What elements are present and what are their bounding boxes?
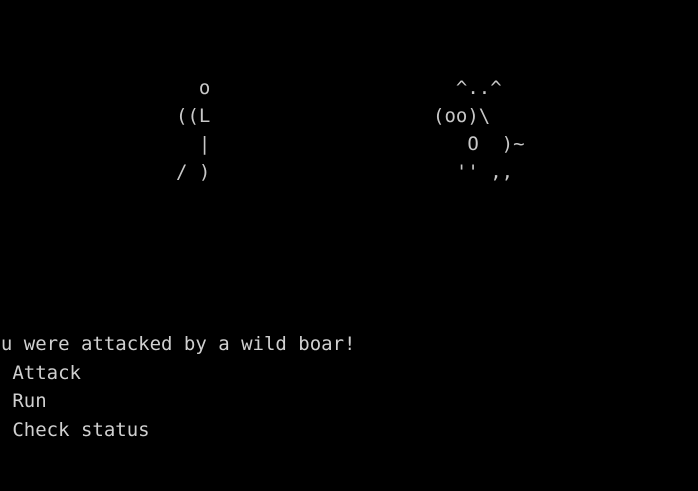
console-window: o ((L | / ) ^..^ (oo)\ O )~ '' ,, You were … [0,0,698,491]
menu-option-run: 2. Run [0,390,47,412]
battle-message: You were attacked by a wild boar! [0,333,356,355]
boar-art-line: ^..^ [433,77,502,99]
player-art-line: ((L [176,105,211,127]
player-art-line: o [176,77,211,99]
player-ascii-art: o ((L | / ) [176,74,210,186]
player-art-line: | [176,133,211,155]
boar-art-line: (oo)\ [433,105,491,127]
menu-option-check-status: 3. Check status [0,418,150,441]
menu-option-attack: 1. Attack [0,361,81,384]
boar-art-line: O )~ [433,133,525,155]
boar-ascii-art: ^..^ (oo)\ O )~ '' ,, [433,74,525,186]
battle-log: You were attacked by a wild boar! 1. Atta… [0,330,356,444]
boar-art-line: '' ,, [433,161,514,183]
player-art-line: / ) [176,161,211,183]
